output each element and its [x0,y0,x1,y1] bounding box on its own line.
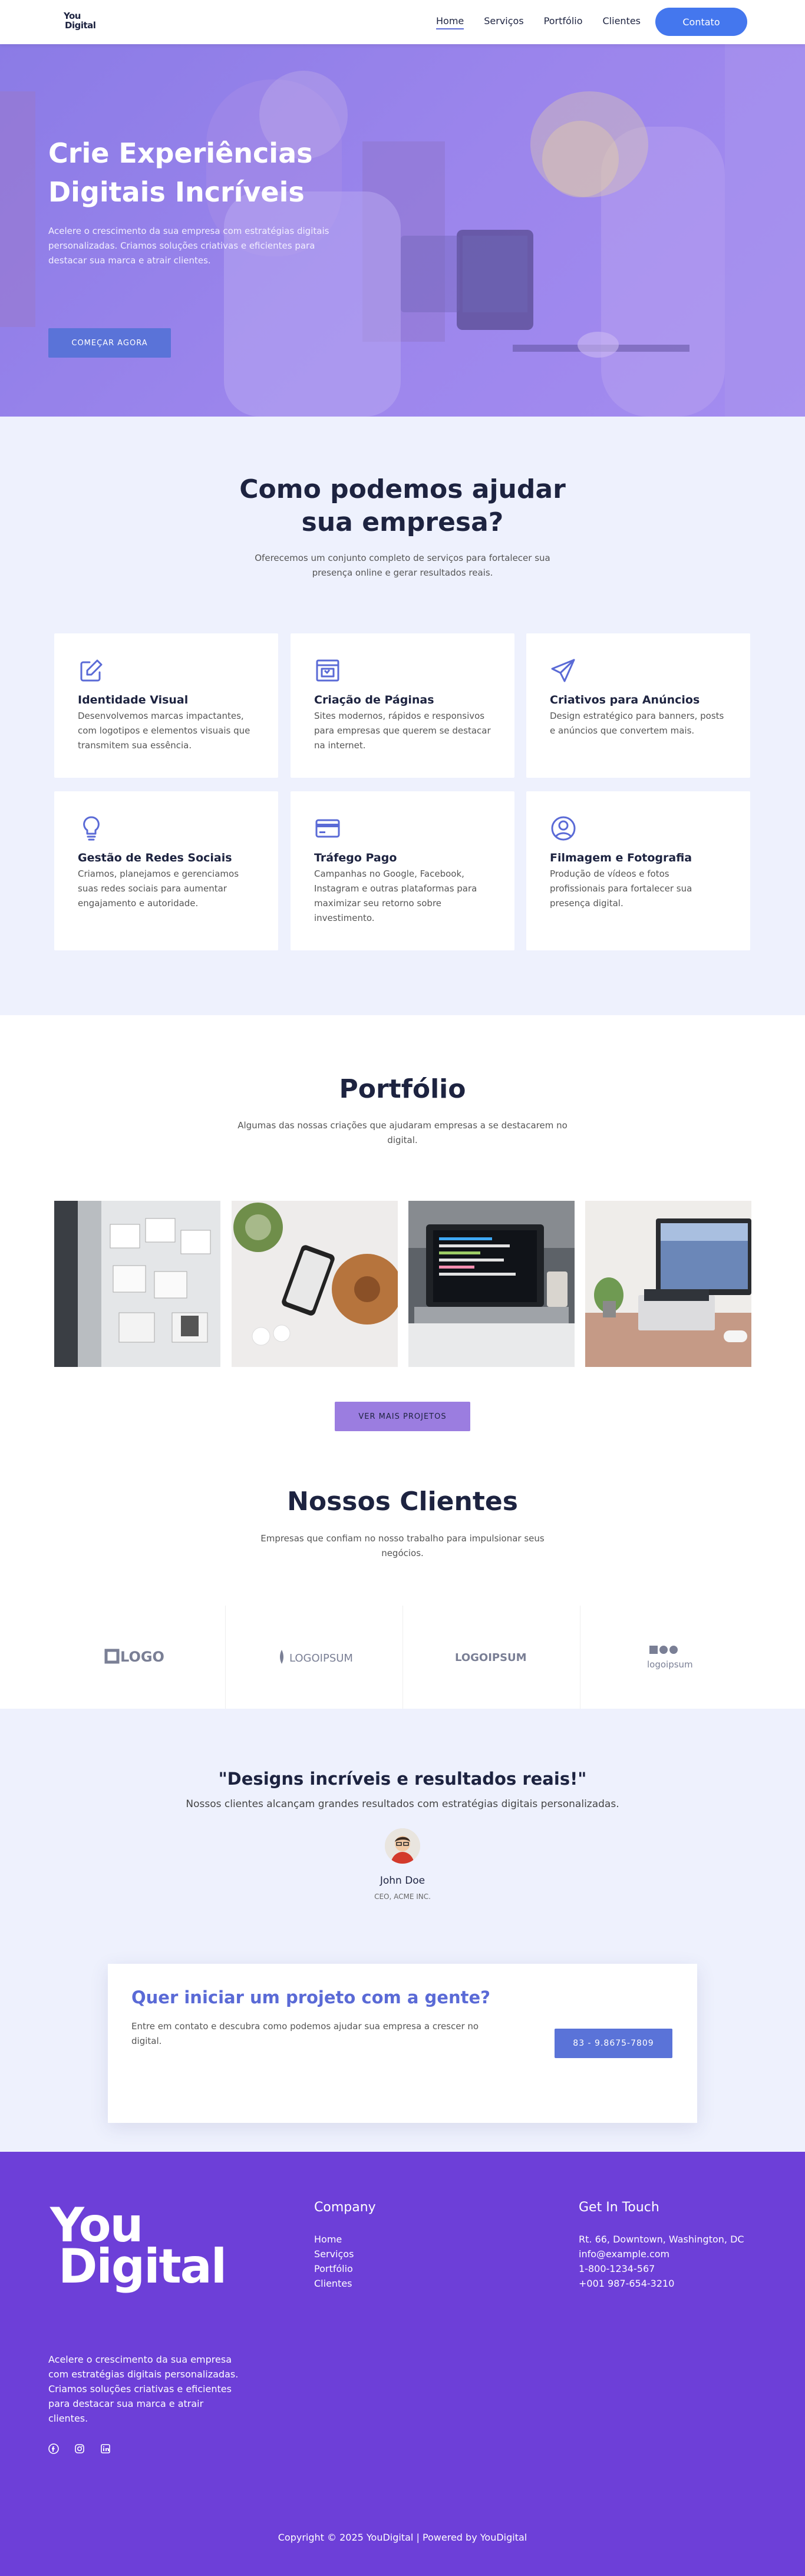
portfolio-image-phone [232,1201,398,1367]
edit-icon [80,659,103,682]
footer-logo[interactable]: You Digital [50,2199,233,2293]
service-card-text: Campanhas no Google, Facebook, Instagram… [314,868,477,923]
facebook-icon[interactable] [48,2443,59,2454]
testimonial-name: John Doe [380,1875,425,1887]
linkedin-icon[interactable] [100,2443,111,2454]
credit-card-icon [315,819,340,838]
client-logo-text: LOGOIPSUM [455,1652,527,1664]
service-card-title: Identidade Visual [78,693,189,706]
footer-contact-title: Get In Touch [579,2200,659,2215]
web-page-icon [316,659,339,682]
service-card-text: Desenvolvemos marcas impactantes, com lo… [78,711,250,751]
service-card-redes: Gestão de Redes Sociais Criamos, planeja… [54,791,278,950]
footer-logo-bottom: Digital [58,2239,227,2294]
portfolio-image-wall [54,1201,220,1367]
user-circle-icon [551,816,576,841]
testimonial-text: Nossos clientes alcançam grandes resulta… [186,1798,619,1810]
clients-logos: LOGO LOGOIPSUM LOGOIPSUM logoipsum [48,1606,757,1709]
footer-email[interactable]: info@example.com [579,2247,744,2261]
hero-title: Crie Experiências Digitais Incríveis [48,137,313,208]
service-card-text: Produção de vídeos e fotos profissionais… [550,868,692,909]
footer-phone-2[interactable]: +001 987-654-3210 [579,2276,744,2291]
logo-text-bottom: Digital [65,20,96,31]
service-card-criativos: Criativos para Anúncios Design estratégi… [526,633,750,778]
footer-company-title: Company [314,2200,376,2215]
site-footer: You Digital Acelere o crescimento da sua… [0,2152,805,2576]
cta-text: Entre em contato e descubra como podemos… [131,2021,479,2046]
service-card-filmagem: Filmagem e Fotografia Produção de vídeos… [526,791,750,950]
client-logo-1: LOGO [48,1606,226,1709]
service-card-identidade: Identidade Visual Desenvolvemos marcas i… [54,633,278,778]
footer-link-clientes[interactable]: Clientes [314,2276,354,2291]
avatar [385,1828,420,1864]
logo-image: LOGOIPSUM [455,1652,527,1664]
footer-link-portfolio[interactable]: Portfólio [314,2261,354,2276]
cta-title: Quer iniciar um projeto com a gente? [131,1987,490,2007]
portfolio-section: Portfólio Algumas das nossas criações qu… [0,1015,805,1709]
services-section: Como podemos ajudar sua empresa? Oferece… [0,417,805,1015]
service-card-title: Tráfego Pago [314,851,397,864]
portfolio-title: Portfólio [339,1074,466,1104]
hero-subtitle: Acelere o crescimento da sua empresa com… [48,226,329,266]
footer-company-links: Home Serviços Portfólio Clientes [314,2232,354,2291]
client-logo-4: logoipsum [580,1606,757,1709]
phone-button[interactable]: 83 - 9.8675-7809 [555,2029,672,2058]
client-logo-2: LOGOIPSUM [226,1606,403,1709]
footer-phone-1[interactable]: 1-800-1234-567 [579,2261,744,2276]
client-logo-3: LOGOIPSUM [403,1606,580,1709]
portfolio-subtitle: Algumas das nossas criações que ajudaram… [237,1120,568,1145]
service-card-title: Filmagem e Fotografia [550,851,692,864]
portfolio-item[interactable] [232,1201,398,1367]
copyright-text: Copyright © 2025 YouDigital | Powered by… [278,2532,527,2543]
footer-link-home[interactable]: Home [314,2232,354,2247]
more-projects-button[interactable]: VER MAIS PROJETOS [335,1402,470,1431]
client-logo-text: LOGOIPSUM [289,1652,353,1665]
portfolio-image-desk [585,1201,751,1367]
client-logo-text: logoipsum [647,1659,693,1670]
portfolio-item[interactable] [585,1201,751,1367]
lightbulb-icon [83,816,100,841]
social-links [48,2443,111,2454]
service-card-text: Criamos, planejamos e gerenciamos suas r… [78,868,239,909]
service-card-title: Criativos para Anúncios [550,693,700,706]
nav-servicos[interactable]: Serviços [484,15,523,29]
cta-box: Quer iniciar um projeto com a gente? Ent… [108,1964,697,2123]
service-card-title: Gestão de Redes Sociais [78,851,232,864]
portfolio-image-laptop [408,1201,575,1367]
paper-plane-icon [551,659,575,682]
logo-image: LOGO [104,1649,164,1665]
nav-clientes[interactable]: Clientes [603,15,641,29]
clients-subtitle: Empresas que confiam no nosso trabalho p… [260,1533,545,1558]
page: You Digital Home Serviços Portfólio Clie… [0,0,805,2576]
portfolio-item[interactable] [54,1201,220,1367]
service-card-title: Criação de Páginas [314,693,434,706]
services-title: Como podemos ajudar sua empresa? [239,474,566,537]
hero-section: Crie Experiências Digitais Incríveis Ace… [0,44,805,417]
footer-address: Rt. 66, Downtown, Washington, DC [579,2234,744,2245]
main-nav: Home Serviços Portfólio Clientes [436,15,661,29]
start-now-button[interactable]: COMEÇAR AGORA [48,328,171,358]
testimonial-role: CEO, ACME INC. [374,1893,431,1901]
client-logo-text: LOGO [120,1649,164,1665]
service-card-text: Design estratégico para banners, posts e… [550,711,724,736]
clients-title: Nossos Clientes [287,1487,518,1517]
contact-button[interactable]: Contato [655,8,747,36]
service-card-paginas: Criação de Páginas Sites modernos, rápid… [291,633,514,778]
services-subtitle: Oferecemos um conjunto completo de servi… [255,553,550,578]
nav-portfolio[interactable]: Portfólio [544,15,583,29]
footer-description: Acelere o crescimento da sua empresa com… [48,2354,239,2424]
logo-image: LOGOIPSUM [280,1650,353,1665]
service-card-trafego: Tráfego Pago Campanhas no Google, Facebo… [291,791,514,950]
site-logo[interactable]: You Digital [64,11,105,34]
service-card-text: Sites modernos, rápidos e responsivos pa… [314,711,491,751]
nav-home[interactable]: Home [436,15,464,29]
site-header: You Digital Home Serviços Portfólio Clie… [0,0,805,44]
logo-image: logoipsum [647,1646,693,1670]
portfolio-item[interactable] [408,1201,575,1367]
footer-contact-info: Rt. 66, Downtown, Washington, DC info@ex… [579,2232,744,2291]
testimonial-section: "Designs incríveis e resultados reais!" … [0,1709,805,2152]
instagram-icon[interactable] [74,2443,85,2454]
testimonial-quote: "Designs incríveis e resultados reais!" [218,1769,587,1789]
footer-link-servicos[interactable]: Serviços [314,2247,354,2261]
